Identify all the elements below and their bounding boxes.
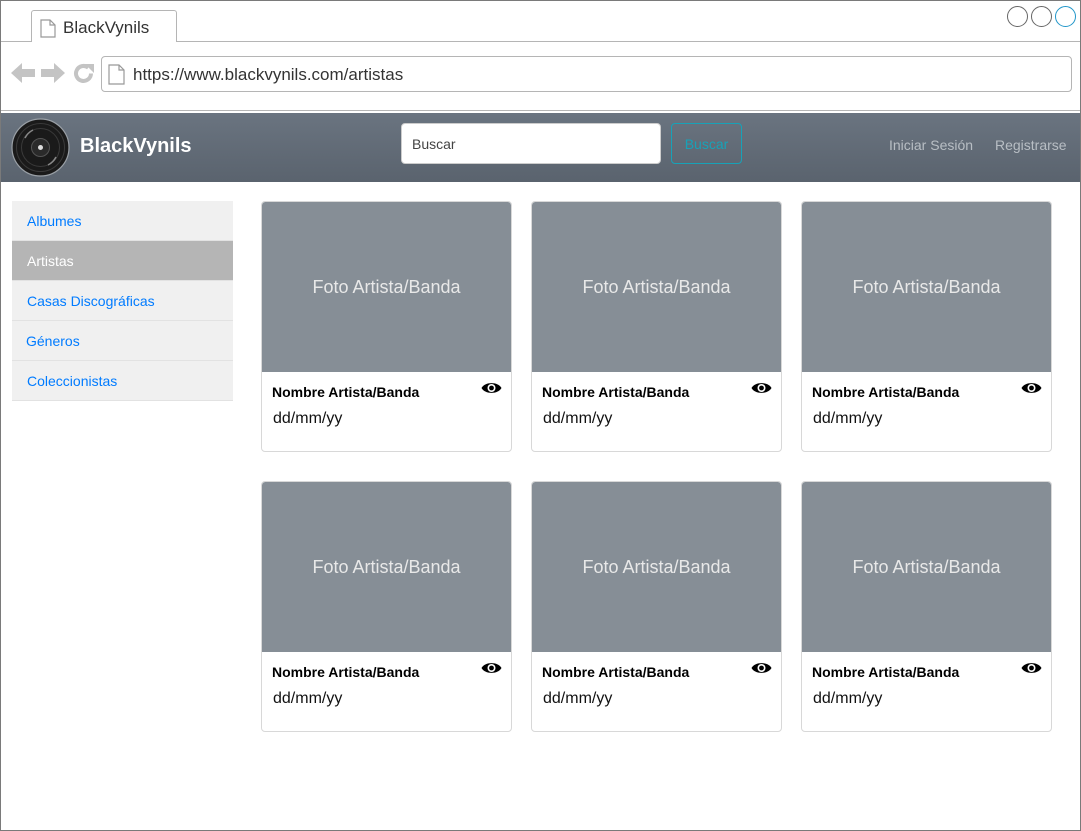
artist-date: dd/mm/yy (543, 690, 613, 707)
artist-card[interactable]: Foto Artista/Banda Nombre Artista/Banda … (261, 201, 512, 452)
artist-photo-placeholder: Foto Artista/Banda (262, 202, 511, 372)
artist-photo-placeholder: Foto Artista/Banda (532, 202, 781, 372)
brand-name[interactable]: BlackVynils (80, 135, 192, 158)
artist-card[interactable]: Foto Artista/Banda Nombre Artista/Banda … (531, 201, 782, 452)
artist-name: Nombre Artista/Banda (812, 384, 960, 400)
artist-date: dd/mm/yy (273, 410, 343, 427)
app-navbar: BlackVynils Buscar Iniciar Sesión Regist… (1, 113, 1080, 182)
eye-icon[interactable] (751, 381, 772, 400)
arrow-right-icon[interactable] (41, 62, 65, 89)
browser-tab[interactable]: BlackVynils (31, 10, 177, 43)
artist-card[interactable]: Foto Artista/Banda Nombre Artista/Banda … (801, 481, 1052, 732)
url-text: https://www.blackvynils.com/artistas (133, 65, 404, 84)
artist-photo-placeholder: Foto Artista/Banda (802, 482, 1051, 652)
vinyl-record-icon[interactable] (11, 118, 70, 182)
address-row: https://www.blackvynils.com/artistas (1, 42, 1080, 111)
sidebar-item-albumes[interactable]: Albumes (12, 201, 233, 241)
sidebar-item-casas-discograficas[interactable]: Casas Discográficas (12, 281, 233, 321)
register-link[interactable]: Registrarse (995, 137, 1067, 153)
artist-date: dd/mm/yy (813, 410, 883, 427)
tab-title: BlackVynils (63, 18, 150, 37)
tab-bar: BlackVynils (1, 1, 1080, 43)
artist-date: dd/mm/yy (543, 410, 613, 427)
artist-photo-placeholder: Foto Artista/Banda (802, 202, 1051, 372)
reload-icon[interactable] (72, 62, 95, 90)
page-icon (108, 64, 125, 90)
sidebar-item-coleccionistas[interactable]: Coleccionistas (12, 361, 233, 401)
artist-card[interactable]: Foto Artista/Banda Nombre Artista/Banda … (261, 481, 512, 732)
artist-name: Nombre Artista/Banda (542, 664, 690, 680)
artist-name: Nombre Artista/Banda (812, 664, 960, 680)
window-control-maximize[interactable] (1055, 6, 1076, 27)
search-input[interactable] (401, 123, 661, 164)
artist-name: Nombre Artista/Banda (272, 384, 420, 400)
eye-icon[interactable] (1021, 381, 1042, 400)
artist-name: Nombre Artista/Banda (272, 664, 420, 680)
address-bar[interactable]: https://www.blackvynils.com/artistas (101, 56, 1072, 92)
sidebar-item-generos[interactable]: Géneros (12, 321, 233, 361)
artist-photo-placeholder: Foto Artista/Banda (532, 482, 781, 652)
login-link[interactable]: Iniciar Sesión (889, 137, 973, 153)
eye-icon[interactable] (751, 661, 772, 680)
window-control-minimize[interactable] (1031, 6, 1052, 27)
artist-date: dd/mm/yy (813, 690, 883, 707)
eye-icon[interactable] (481, 661, 502, 680)
artist-date: dd/mm/yy (273, 690, 343, 707)
arrow-left-icon[interactable] (11, 62, 35, 89)
sidebar-item-artistas[interactable]: Artistas (12, 241, 233, 281)
sidebar: Albumes Artistas Casas Discográficas Gén… (12, 201, 233, 401)
window-controls (1007, 6, 1076, 27)
page-icon (40, 19, 56, 43)
search-button[interactable]: Buscar (671, 123, 742, 164)
artist-card[interactable]: Foto Artista/Banda Nombre Artista/Banda … (801, 201, 1052, 452)
artist-card[interactable]: Foto Artista/Banda Nombre Artista/Banda … (531, 481, 782, 732)
artist-photo-placeholder: Foto Artista/Banda (262, 482, 511, 652)
eye-icon[interactable] (1021, 661, 1042, 680)
eye-icon[interactable] (481, 381, 502, 400)
browser-window: BlackVynils https://www.blackvynils.com/… (0, 0, 1081, 831)
window-control-close[interactable] (1007, 6, 1028, 27)
artist-name: Nombre Artista/Banda (542, 384, 690, 400)
